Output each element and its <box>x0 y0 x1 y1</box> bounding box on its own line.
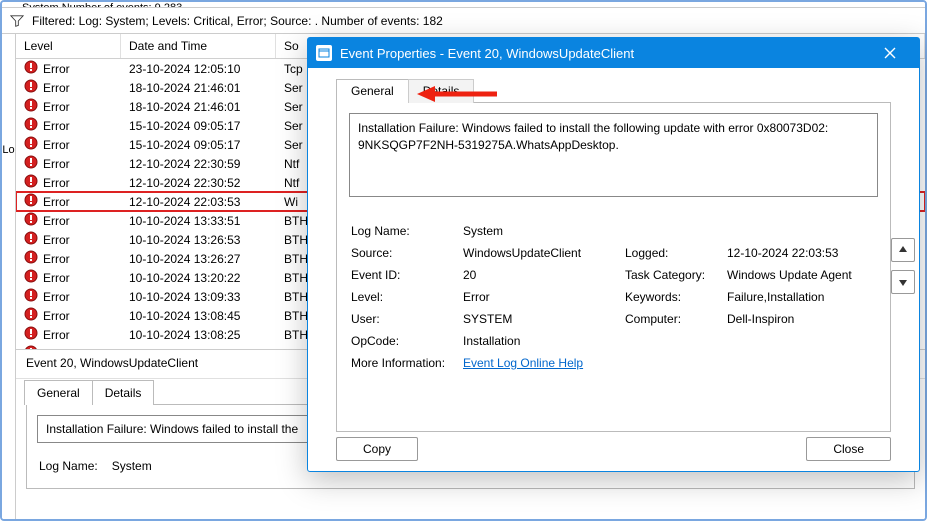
row-date: 23-10-2024 12:05:10 <box>121 62 276 76</box>
more-info-link[interactable]: Event Log Online Help <box>463 356 583 370</box>
row-date: 12-10-2024 22:03:53 <box>121 195 276 209</box>
error-icon <box>24 269 38 286</box>
label-source: Source: <box>351 243 461 263</box>
row-level: Error <box>43 328 70 342</box>
error-icon <box>24 98 38 115</box>
row-level: Error <box>43 138 70 152</box>
value-computer: Dell-Inspiron <box>727 309 862 329</box>
label-moreinfo: More Information: <box>351 353 461 373</box>
error-icon <box>24 250 38 267</box>
col-header-date[interactable]: Date and Time <box>121 34 276 58</box>
filter-bar: Filtered: Log: System; Levels: Critical,… <box>2 8 925 34</box>
row-level: Error <box>43 252 70 266</box>
value-logged: 12-10-2024 22:03:53 <box>727 243 862 263</box>
filter-text: Filtered: Log: System; Levels: Critical,… <box>32 14 443 28</box>
row-date: 15-10-2024 09:05:17 <box>121 119 276 133</box>
dialog-close-button[interactable] <box>869 38 911 68</box>
row-date: 18-10-2024 21:46:01 <box>121 81 276 95</box>
dialog-title: Event Properties - Event 20, WindowsUpda… <box>340 46 869 61</box>
row-level: Error <box>43 81 70 95</box>
nav-up-button[interactable] <box>891 238 915 262</box>
value-eventid: 20 <box>463 265 623 285</box>
error-icon <box>24 60 38 77</box>
row-level: Error <box>43 195 70 209</box>
row-date: 10-10-2024 13:26:53 <box>121 233 276 247</box>
error-icon <box>24 307 38 324</box>
label-logname: Log Name: <box>351 221 461 241</box>
label-opcode: OpCode: <box>351 331 461 351</box>
left-gutter: Lo <box>2 34 16 519</box>
preview-tab-general[interactable]: General <box>24 380 93 405</box>
label-taskcat: Task Category: <box>625 265 725 285</box>
dialog-app-icon <box>316 45 332 61</box>
row-date: 18-10-2024 21:46:01 <box>121 100 276 114</box>
row-level: Error <box>43 100 70 114</box>
arrow-down-icon <box>897 276 909 288</box>
error-icon <box>24 155 38 172</box>
row-date: 10-10-2024 13:26:27 <box>121 252 276 266</box>
value-keywords: Failure,Installation <box>727 287 862 307</box>
row-level: Error <box>43 233 70 247</box>
value-user: SYSTEM <box>463 309 623 329</box>
copy-button[interactable]: Copy <box>336 437 418 461</box>
row-date: 12-10-2024 22:30:59 <box>121 157 276 171</box>
annotation-arrow-icon <box>417 84 497 107</box>
row-date: 10-10-2024 13:08:45 <box>121 309 276 323</box>
row-level: Error <box>43 62 70 76</box>
error-icon <box>24 117 38 134</box>
row-level: Error <box>43 157 70 171</box>
error-icon <box>24 231 38 248</box>
col-header-level[interactable]: Level <box>16 34 121 58</box>
row-date: 10-10-2024 13:09:33 <box>121 290 276 304</box>
error-icon <box>24 193 38 210</box>
row-level: Error <box>43 271 70 285</box>
row-date: 12-10-2024 22:30:52 <box>121 176 276 190</box>
error-icon <box>24 136 38 153</box>
row-date: 15-10-2024 09:05:17 <box>121 138 276 152</box>
row-level: Error <box>43 176 70 190</box>
dialog-message[interactable]: Installation Failure: Windows failed to … <box>349 113 878 197</box>
value-taskcat: Windows Update Agent <box>727 265 862 285</box>
nav-down-button[interactable] <box>891 270 915 294</box>
label-eventid: Event ID: <box>351 265 461 285</box>
row-level: Error <box>43 309 70 323</box>
error-icon <box>24 212 38 229</box>
arrow-up-icon <box>897 244 909 256</box>
error-icon <box>24 288 38 305</box>
preview-tab-details[interactable]: Details <box>92 380 155 405</box>
close-icon <box>884 47 896 59</box>
error-icon <box>24 174 38 191</box>
value-source: WindowsUpdateClient <box>463 243 623 263</box>
row-level: Error <box>43 290 70 304</box>
preview-logname-value: System <box>112 457 164 475</box>
label-keywords: Keywords: <box>625 287 725 307</box>
row-date: 10-10-2024 13:08:25 <box>121 328 276 342</box>
dialog-titlebar[interactable]: Event Properties - Event 20, WindowsUpda… <box>308 38 919 68</box>
row-date: 10-10-2024 13:33:51 <box>121 214 276 228</box>
event-properties-dialog: Event Properties - Event 20, WindowsUpda… <box>307 37 920 472</box>
label-level: Level: <box>351 287 461 307</box>
value-level: Error <box>463 287 623 307</box>
row-level: Error <box>43 119 70 133</box>
error-icon <box>24 326 38 343</box>
row-level: Error <box>43 214 70 228</box>
value-opcode: Installation <box>463 331 623 351</box>
preview-logname-label: Log Name: <box>39 457 110 475</box>
close-button[interactable]: Close <box>806 437 891 461</box>
label-logged: Logged: <box>625 243 725 263</box>
label-user: User: <box>351 309 461 329</box>
dialog-tab-general[interactable]: General <box>336 79 409 103</box>
value-logname: System <box>463 221 623 241</box>
filter-icon <box>10 14 24 28</box>
error-icon <box>24 79 38 96</box>
row-date: 10-10-2024 13:20:22 <box>121 271 276 285</box>
label-computer: Computer: <box>625 309 725 329</box>
